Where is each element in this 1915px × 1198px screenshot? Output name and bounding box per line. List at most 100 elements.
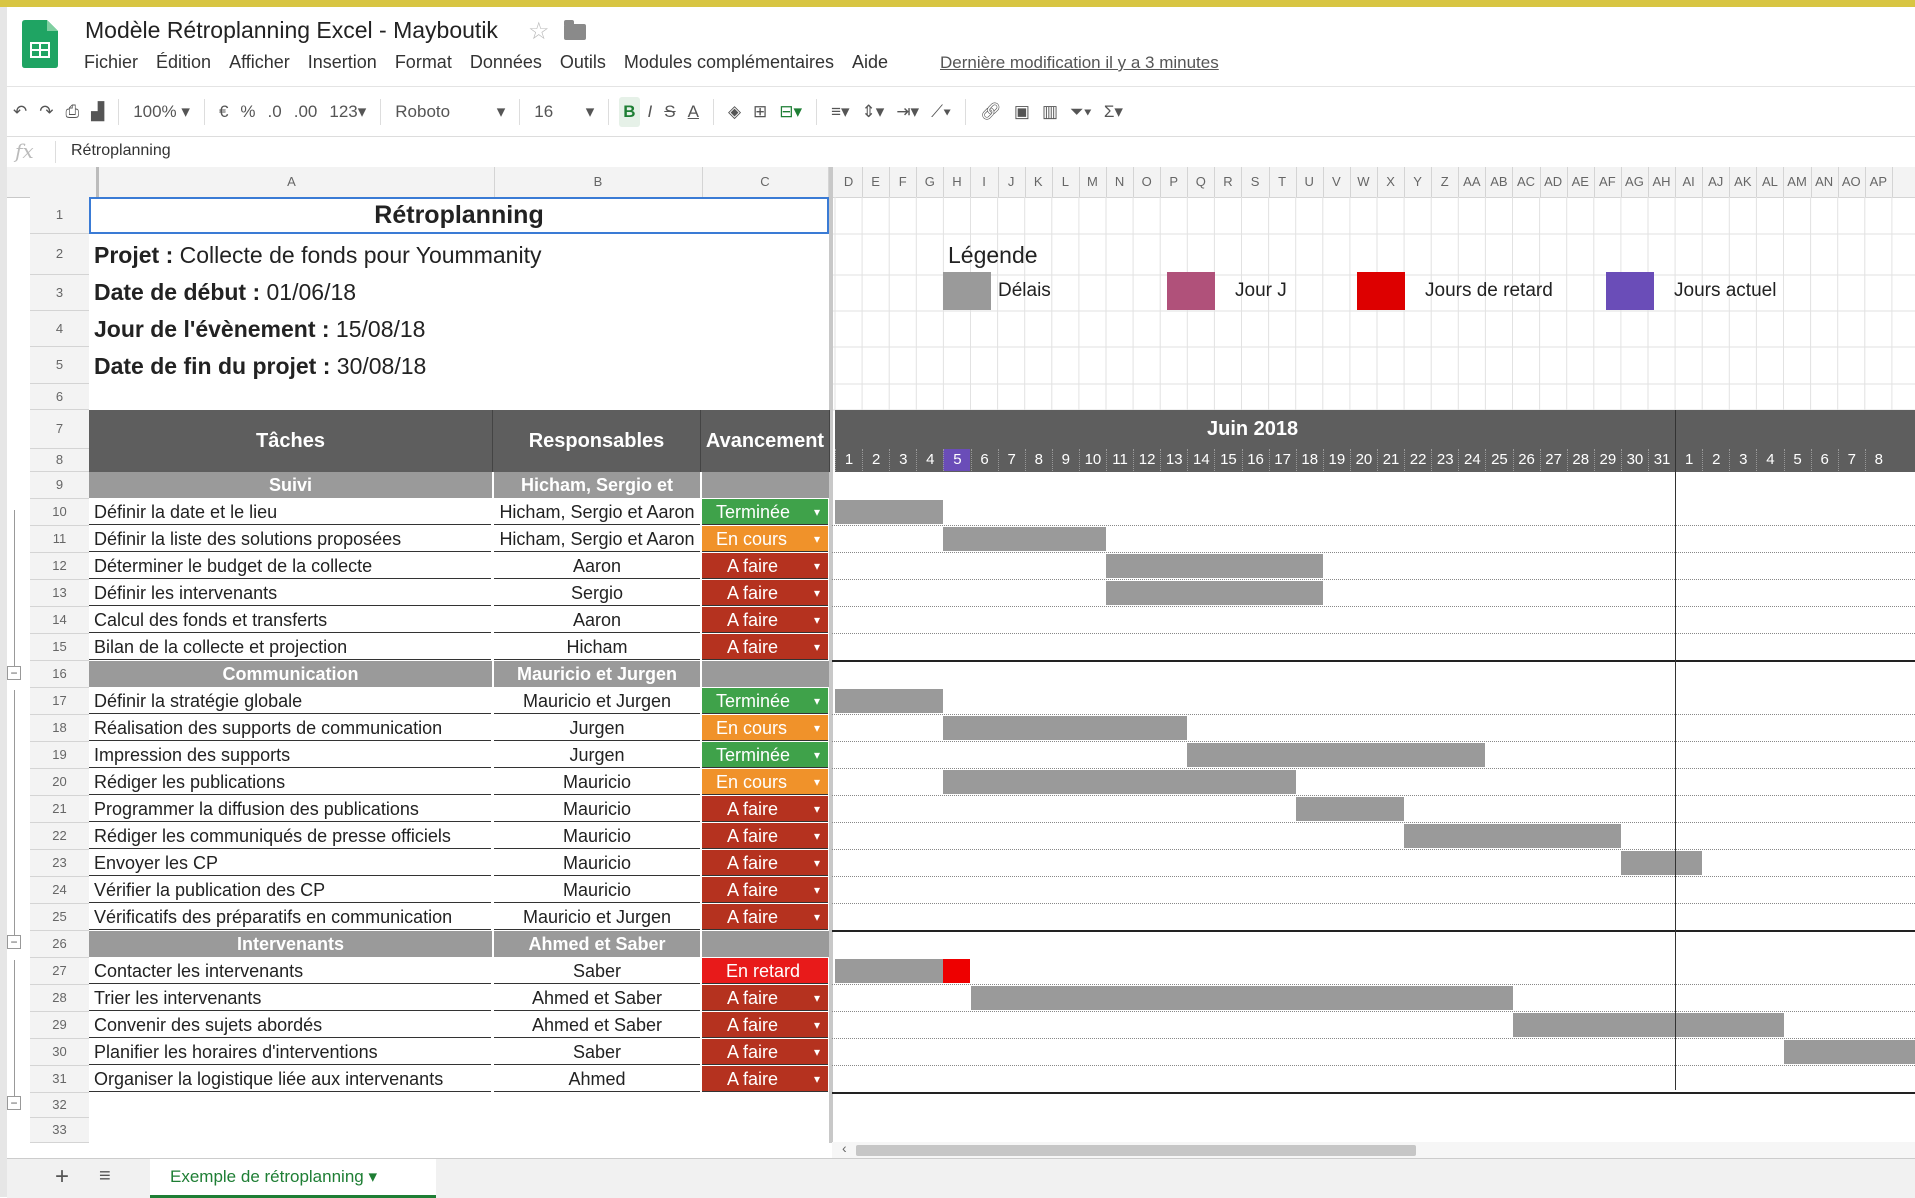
- responsable-cell[interactable]: Hicham: [494, 634, 700, 660]
- italic-button[interactable]: I: [644, 97, 657, 127]
- formula-input[interactable]: Rétroplanning: [71, 142, 171, 160]
- column-header-d[interactable]: D: [835, 167, 863, 197]
- font-select[interactable]: Roboto▾: [391, 97, 509, 127]
- column-header-u[interactable]: U: [1296, 167, 1324, 197]
- row-header-10[interactable]: 10: [30, 499, 89, 526]
- row-header-19[interactable]: 19: [30, 742, 89, 769]
- last-modified-link[interactable]: Dernière modification il y a 3 minutes: [940, 53, 1219, 73]
- task-name-cell[interactable]: Envoyer les CP: [89, 850, 491, 876]
- percent-button[interactable]: %: [236, 97, 259, 127]
- task-name-cell[interactable]: Déterminer le budget de la collecte: [89, 553, 491, 579]
- task-name-cell[interactable]: Rédiger les publications: [89, 769, 491, 795]
- task-name-cell[interactable]: Planifier les horaires d'interventions: [89, 1039, 491, 1065]
- responsable-cell[interactable]: Mauricio: [494, 850, 700, 876]
- menu-aide[interactable]: Aide: [852, 52, 888, 78]
- frozen-column-divider[interactable]: [829, 167, 833, 1143]
- status-dropdown[interactable]: En cours▾: [702, 526, 828, 552]
- text-wrap-icon[interactable]: ⇥▾: [892, 97, 923, 127]
- column-header-ac[interactable]: AC: [1513, 167, 1541, 197]
- status-dropdown[interactable]: A faire▾: [702, 580, 828, 606]
- gantt-bar[interactable]: [943, 770, 1295, 794]
- menu-afficher[interactable]: Afficher: [229, 52, 290, 78]
- sheet-tab-active[interactable]: Exemple de rétroplanning ▾: [150, 1159, 436, 1198]
- status-dropdown[interactable]: A faire▾: [702, 607, 828, 633]
- end-date-row[interactable]: Date de fin du projet : 30/08/18: [94, 353, 426, 380]
- status-dropdown[interactable]: A faire▾: [702, 1012, 828, 1038]
- row-header-3[interactable]: 3: [30, 275, 89, 311]
- task-name-cell[interactable]: Programmer la diffusion des publications: [89, 796, 491, 822]
- chevron-left-icon[interactable]: ‹: [842, 1140, 847, 1156]
- column-header-ab[interactable]: AB: [1485, 167, 1513, 197]
- horizontal-scrollbar[interactable]: ‹: [832, 1142, 1915, 1158]
- column-header-z[interactable]: Z: [1431, 167, 1459, 197]
- task-name-cell[interactable]: Vérifier la publication des CP: [89, 877, 491, 903]
- column-header-g[interactable]: G: [916, 167, 944, 197]
- column-header-q[interactable]: Q: [1187, 167, 1215, 197]
- row-header-31[interactable]: 31: [30, 1066, 89, 1093]
- gantt-bar[interactable]: [1296, 797, 1404, 821]
- row-header-22[interactable]: 22: [30, 823, 89, 850]
- menu-fichier[interactable]: Fichier: [84, 52, 138, 78]
- column-header-j[interactable]: J: [998, 167, 1026, 197]
- column-header-ai[interactable]: AI: [1675, 167, 1703, 197]
- collapse-group-button[interactable]: −: [7, 935, 21, 949]
- column-header-r[interactable]: R: [1214, 167, 1242, 197]
- column-header-i[interactable]: I: [971, 167, 999, 197]
- task-name-cell[interactable]: Bilan de la collecte et projection: [89, 634, 491, 660]
- status-dropdown[interactable]: En retard: [702, 958, 828, 984]
- status-dropdown[interactable]: A faire▾: [702, 985, 828, 1011]
- gantt-bar[interactable]: [835, 959, 943, 983]
- responsable-cell[interactable]: Aaron: [494, 607, 700, 633]
- column-header-w[interactable]: W: [1350, 167, 1378, 197]
- task-name-cell[interactable]: Vérificatifs des préparatifs en communic…: [89, 904, 491, 930]
- column-header-m[interactable]: M: [1079, 167, 1107, 197]
- task-name-cell[interactable]: Réalisation des supports de communicatio…: [89, 715, 491, 741]
- row-header-4[interactable]: 4: [30, 311, 89, 347]
- row-header-6[interactable]: 6: [30, 384, 89, 410]
- collapse-group-button[interactable]: −: [7, 1096, 21, 1110]
- header-responsables[interactable]: Responsables: [493, 410, 701, 472]
- responsable-cell[interactable]: Saber: [494, 958, 700, 984]
- paint-format-icon[interactable]: ▟: [87, 97, 108, 127]
- responsable-cell[interactable]: Saber: [494, 1039, 700, 1065]
- column-header-f[interactable]: F: [889, 167, 917, 197]
- row-header-24[interactable]: 24: [30, 877, 89, 904]
- zoom-select[interactable]: 100% ▾: [129, 97, 194, 127]
- column-header-a[interactable]: A: [89, 167, 495, 197]
- column-header-k[interactable]: K: [1025, 167, 1053, 197]
- row-header-33[interactable]: 33: [30, 1118, 89, 1143]
- responsable-cell[interactable]: Mauricio et Jurgen: [494, 688, 700, 714]
- column-header-b[interactable]: B: [494, 167, 703, 197]
- filter-icon[interactable]: ⏷▾: [1066, 97, 1096, 127]
- column-header-c[interactable]: C: [702, 167, 829, 197]
- row-header-29[interactable]: 29: [30, 1012, 89, 1039]
- fill-color-icon[interactable]: ◈: [724, 97, 745, 127]
- gantt-bar[interactable]: [835, 500, 943, 524]
- responsable-cell[interactable]: Mauricio: [494, 823, 700, 849]
- row-header-26[interactable]: 26: [30, 931, 89, 958]
- row-header-1[interactable]: 1: [30, 197, 89, 234]
- responsable-cell[interactable]: Mauricio: [494, 796, 700, 822]
- text-color-button[interactable]: A: [684, 97, 703, 127]
- sheet-title-cell[interactable]: Rétroplanning: [89, 197, 829, 234]
- gantt-bar[interactable]: [943, 527, 1106, 551]
- column-header-ad[interactable]: AD: [1540, 167, 1568, 197]
- task-name-cell[interactable]: Trier les intervenants: [89, 985, 491, 1011]
- gantt-bar[interactable]: [1106, 554, 1323, 578]
- task-name-cell[interactable]: Calcul des fonds et transferts: [89, 607, 491, 633]
- column-header-n[interactable]: N: [1106, 167, 1134, 197]
- row-header-16[interactable]: 16: [30, 661, 89, 688]
- bold-button[interactable]: B: [619, 97, 639, 127]
- column-header-al[interactable]: AL: [1756, 167, 1784, 197]
- status-dropdown[interactable]: A faire▾: [702, 850, 828, 876]
- task-name-cell[interactable]: Contacter les intervenants: [89, 958, 491, 984]
- row-header-32[interactable]: 32: [30, 1093, 89, 1118]
- column-header-y[interactable]: Y: [1404, 167, 1432, 197]
- sheets-logo-icon[interactable]: [22, 20, 58, 68]
- task-name-cell[interactable]: Définir la date et le lieu: [89, 499, 491, 525]
- scrollbar-thumb[interactable]: [856, 1145, 1416, 1156]
- status-dropdown[interactable]: A faire▾: [702, 1066, 828, 1092]
- all-sheets-icon[interactable]: ≡: [99, 1165, 111, 1188]
- menu--dition[interactable]: Édition: [156, 52, 211, 78]
- column-header-x[interactable]: X: [1377, 167, 1405, 197]
